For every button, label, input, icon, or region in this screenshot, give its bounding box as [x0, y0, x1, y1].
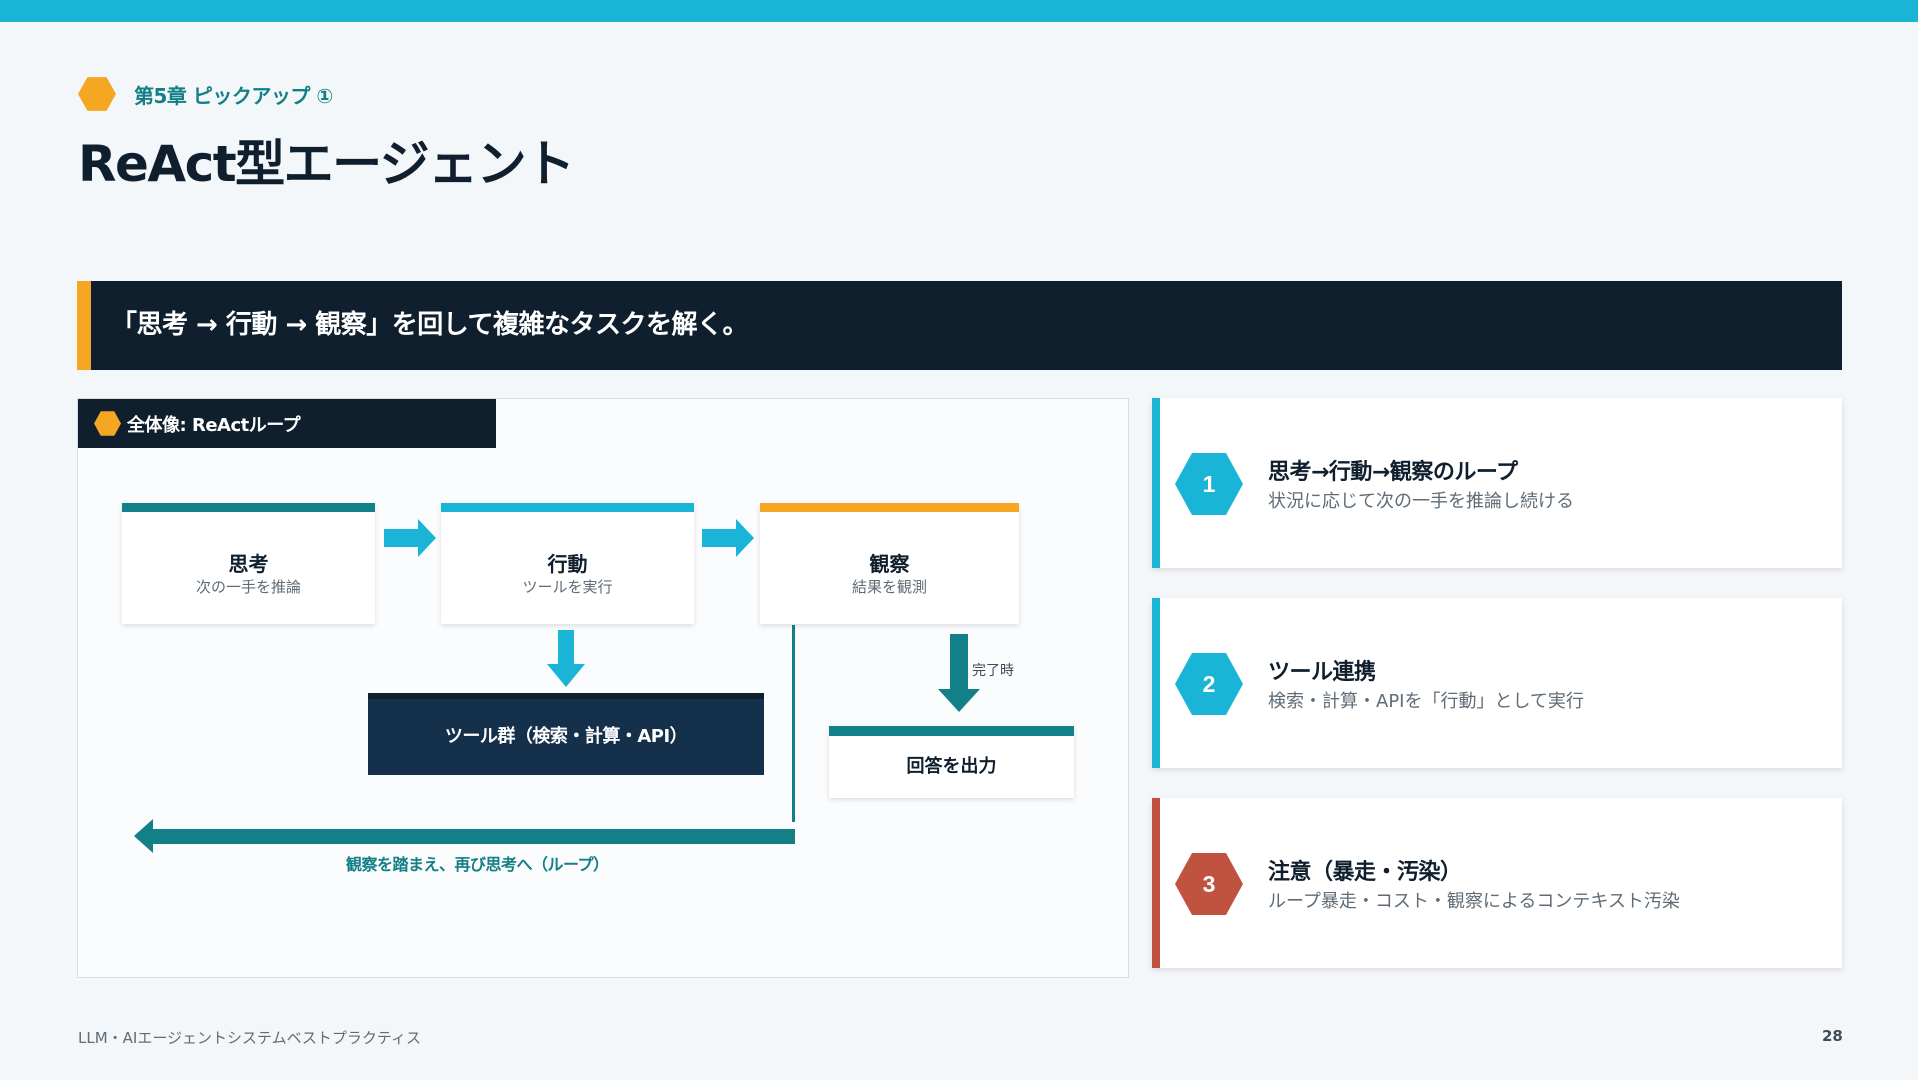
- page-number: 28: [1822, 1027, 1843, 1045]
- banner-text: 「思考 → 行動 → 観察」を回して複雑なタスクを解く。: [111, 310, 749, 340]
- node-act-sub: ツールを実行: [522, 578, 613, 596]
- loop-connector-line: [792, 625, 795, 822]
- card-title: 注意（暴走・汚染）: [1268, 860, 1462, 885]
- card-accent: [1152, 598, 1160, 768]
- footer-title: LLM・AIエージェントシステムベストプラクティス: [78, 1029, 421, 1047]
- arrow-think-to-act: [384, 519, 436, 557]
- tools-box: ツール群（検索・計算・API）: [368, 693, 764, 775]
- chapter-label: 第5章 ピックアップ ①: [78, 76, 333, 112]
- number-hexagon-icon: 2: [1175, 652, 1243, 716]
- point-card-2: 2 ツール連携 検索・計算・APIを「行動」として実行: [1152, 598, 1842, 768]
- node-think-bar: [122, 503, 375, 512]
- diagram-panel: 全体像: ReActループ 思考 次の一手を推論 行動 ツールを実行 観察 結果…: [77, 398, 1129, 978]
- card-accent: [1152, 798, 1160, 968]
- node-think: 思考 次の一手を推論: [122, 503, 375, 624]
- done-label: 完了時: [972, 663, 1014, 679]
- node-observe: 観察 結果を観測: [760, 503, 1019, 624]
- point-card-1: 1 思考→行動→観察のループ 状況に応じて次の一手を推論し続ける: [1152, 398, 1842, 568]
- card-title: 思考→行動→観察のループ: [1268, 460, 1518, 485]
- diagram-arrows: [134, 519, 980, 853]
- answer-box: 回答を出力: [829, 726, 1074, 798]
- node-act-bar: [441, 503, 694, 512]
- point-card-3: 3 注意（暴走・汚染） ループ暴走・コスト・観察によるコンテキスト汚染: [1152, 798, 1842, 968]
- arrow-loop-back: [134, 819, 795, 853]
- banner-accent: [77, 281, 91, 370]
- arrow-act-to-tools: [547, 630, 585, 687]
- number-hexagon-icon: 1: [1175, 452, 1243, 516]
- node-think-sub: 次の一手を推論: [195, 578, 301, 596]
- card-desc: 状況に応じて次の一手を推論し続ける: [1268, 491, 1574, 512]
- card-accent: [1152, 398, 1160, 568]
- node-observe-title: 観察: [869, 552, 910, 576]
- key-message-banner: 「思考 → 行動 → 観察」を回して複雑なタスクを解く。: [77, 281, 1842, 370]
- node-observe-sub: 結果を観測: [851, 578, 927, 596]
- card-title: ツール連携: [1268, 660, 1376, 685]
- number-hexagon-icon: 3: [1175, 852, 1243, 916]
- arrow-act-to-observe: [702, 519, 754, 557]
- hexagon-icon: [78, 77, 116, 111]
- chapter-text: 第5章 ピックアップ ①: [134, 83, 333, 108]
- card-desc: ループ暴走・コスト・観察によるコンテキスト汚染: [1268, 891, 1680, 912]
- card-desc: 検索・計算・APIを「行動」として実行: [1268, 691, 1584, 712]
- node-think-title: 思考: [228, 552, 269, 576]
- page-title: ReAct型エージェント: [78, 135, 575, 193]
- node-act-title: 行動: [547, 552, 588, 576]
- loop-label: 観察を踏まえ、再び思考へ（ループ）: [346, 855, 609, 874]
- node-observe-bar: [760, 503, 1019, 512]
- top-accent-bar: [0, 0, 1918, 22]
- node-act: 行動 ツールを実行: [441, 503, 694, 624]
